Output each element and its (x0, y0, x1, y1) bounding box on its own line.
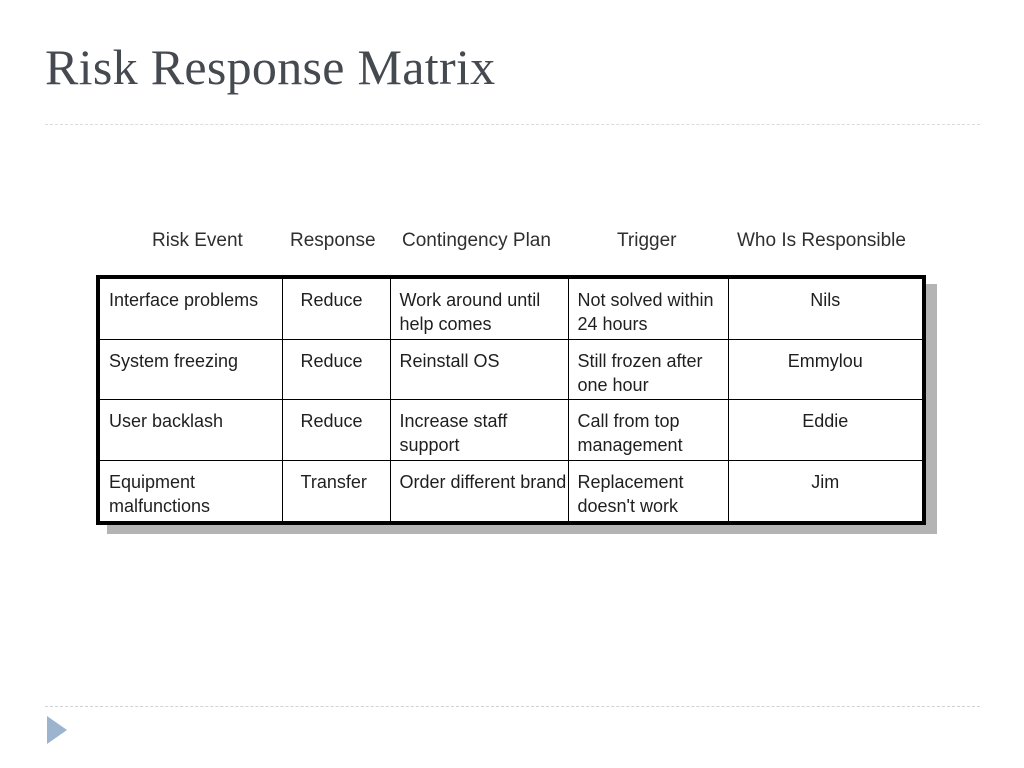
cell-who-is-responsible: Eddie (728, 399, 922, 462)
page-title: Risk Response Matrix (45, 39, 496, 95)
cell-risk-event: Equipment malfunctions (100, 460, 283, 521)
cell-risk-event: User backlash (100, 399, 283, 462)
play-triangle-icon[interactable] (47, 716, 67, 744)
cell-response: Reduce (282, 279, 391, 340)
cell-who-is-responsible: Jim (728, 460, 922, 521)
title-area: Risk Response Matrix (45, 36, 980, 118)
cell-trigger: Call from top management (568, 399, 729, 462)
cell-contingency-plan: Increase staff support (390, 399, 569, 462)
cell-contingency-plan: Order different brand (390, 460, 569, 521)
table-row: Equipment malfunctions Transfer Order di… (100, 460, 922, 521)
cell-risk-event: System freezing (100, 339, 283, 401)
risk-response-matrix-table: Interface problems Reduce Work around un… (96, 275, 926, 525)
matrix-body: Interface problems Reduce Work around un… (100, 279, 922, 521)
slide-canvas: Risk Response Matrix Risk Event Response… (0, 0, 1024, 768)
column-header-response: Response (290, 230, 376, 251)
column-header-who-is-responsible: Who Is Responsible (737, 230, 906, 251)
column-header-risk-event: Risk Event (152, 230, 243, 251)
footer-divider (45, 706, 980, 707)
cell-who-is-responsible: Nils (728, 279, 922, 340)
cell-contingency-plan: Reinstall OS (390, 339, 569, 401)
cell-who-is-responsible: Emmylou (728, 339, 922, 401)
table-row: Interface problems Reduce Work around un… (100, 279, 922, 340)
cell-trigger: Not solved within 24 hours (568, 279, 729, 340)
column-header-contingency-plan: Contingency Plan (402, 230, 551, 251)
cell-trigger: Replacement doesn't work (568, 460, 729, 521)
title-divider (45, 124, 980, 125)
table-row: User backlash Reduce Increase staff supp… (100, 399, 922, 462)
table-row: System freezing Reduce Reinstall OS Stil… (100, 339, 922, 401)
matrix-column-headers: Risk Event Response Contingency Plan Tri… (96, 228, 926, 258)
column-header-trigger: Trigger (617, 230, 677, 251)
cell-trigger: Still frozen after one hour (568, 339, 729, 401)
cell-contingency-plan: Work around until help comes (390, 279, 569, 340)
cell-risk-event: Interface problems (100, 279, 283, 340)
cell-response: Reduce (282, 339, 391, 401)
cell-response: Transfer (282, 460, 391, 521)
cell-response: Reduce (282, 399, 391, 462)
